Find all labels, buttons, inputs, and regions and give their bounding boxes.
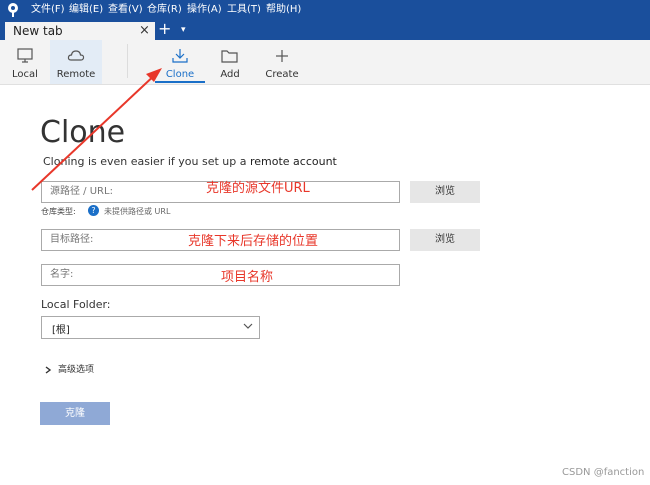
name-input[interactable] (50, 266, 390, 282)
toolbar-divider (127, 44, 128, 78)
add-button[interactable]: Add (212, 40, 248, 84)
menu-file[interactable]: 文件(F) (31, 3, 65, 17)
menu-bar: 文件(F) 编辑(E) 查看(V) 仓库(R) 操作(A) 工具(T) 帮助(H… (0, 0, 650, 20)
create-label: Create (265, 69, 299, 80)
tab-new-tab[interactable]: New tab × (5, 22, 155, 40)
clone-label: Clone (165, 69, 195, 80)
local-folder-select[interactable]: [根] (41, 316, 260, 339)
add-label: Add (220, 69, 240, 80)
browse-target-button[interactable]: 浏览 (410, 229, 480, 251)
target-note: 克隆下来后存储的位置 (188, 234, 319, 249)
source-note: 克隆的源文件URL (206, 181, 310, 196)
menu-actions[interactable]: 操作(A) (187, 3, 222, 17)
clone-button-tab[interactable]: Clone (155, 40, 205, 84)
remote-label: Remote (56, 69, 96, 80)
chevron-down-icon[interactable]: ▾ (181, 24, 186, 36)
page-subtitle: Cloning is even easier if you set up a r… (43, 155, 337, 168)
subtitle-text: Cloning is even easier if you set up a (43, 155, 250, 168)
remote-button[interactable]: Remote (50, 40, 102, 84)
page-title: Clone (40, 115, 126, 150)
plus-icon (276, 50, 288, 62)
advanced-options-label: 高级选项 (58, 365, 95, 375)
advanced-options-toggle[interactable]: 高级选项 (44, 362, 94, 375)
watermark: CSDN @fanction (562, 467, 645, 478)
repo-type-label: 仓库类型: (41, 207, 76, 216)
menu-help[interactable]: 帮助(H) (266, 3, 301, 17)
menu-view[interactable]: 查看(V) (108, 3, 143, 17)
download-icon (172, 49, 188, 63)
chevron-down-icon (243, 323, 253, 329)
app-logo-icon (8, 3, 18, 17)
close-icon[interactable]: × (139, 22, 150, 40)
local-folder-value: [根] (52, 325, 70, 336)
monitor-icon (17, 48, 33, 63)
name-note: 项目名称 (221, 270, 274, 285)
add-tab-icon[interactable]: + (158, 21, 171, 37)
help-icon[interactable]: ? (88, 205, 99, 216)
menu-repository[interactable]: 仓库(R) (147, 3, 182, 17)
active-tab-indicator (155, 81, 205, 83)
clone-submit-button[interactable]: 克隆 (40, 402, 110, 425)
local-label: Local (12, 69, 38, 80)
toolbar: Local Remote Clone Add Create (0, 40, 650, 85)
cloud-icon (67, 50, 85, 61)
repo-type-value: 未提供路径或 URL (104, 207, 171, 216)
menu-edit[interactable]: 编辑(E) (69, 3, 103, 17)
local-button[interactable]: Local (6, 40, 44, 84)
create-button[interactable]: Create (262, 40, 302, 84)
chevron-right-icon (45, 365, 52, 374)
remote-account-link[interactable]: remote account (250, 155, 337, 168)
browse-source-button[interactable]: 浏览 (410, 181, 480, 203)
folder-icon (221, 50, 238, 63)
menu-tools[interactable]: 工具(T) (227, 3, 261, 17)
tab-title: New tab (13, 24, 63, 38)
local-folder-label: Local Folder: (41, 298, 111, 311)
